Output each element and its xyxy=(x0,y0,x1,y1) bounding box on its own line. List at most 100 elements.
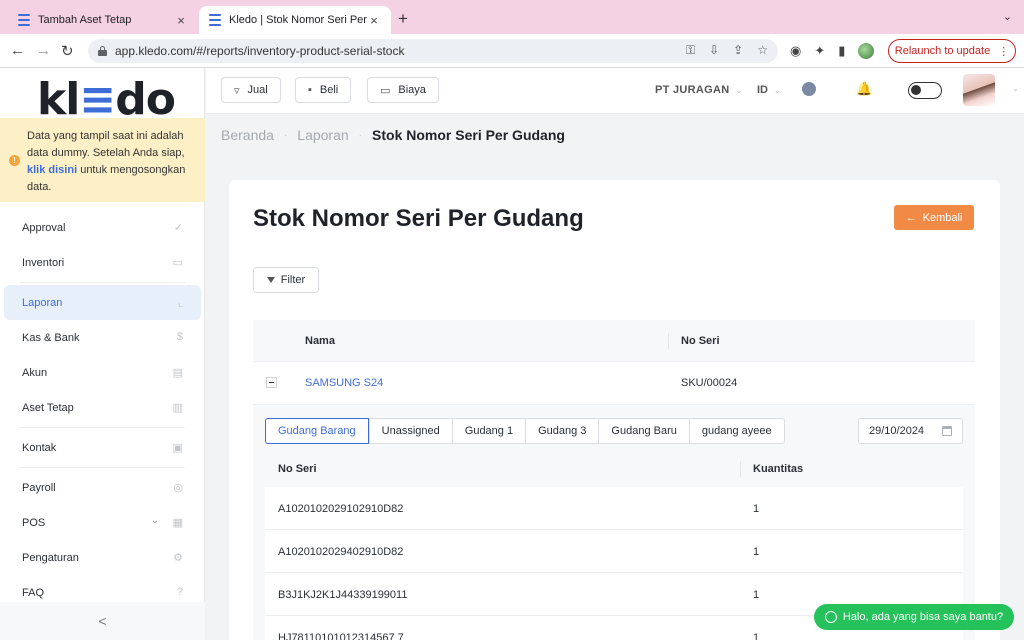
breadcrumb-beranda[interactable]: Beranda xyxy=(221,127,274,143)
tab-gudang-3[interactable]: Gudang 3 xyxy=(525,419,598,443)
sidebar-item-kontak[interactable]: Kontak ▣ xyxy=(0,430,205,465)
clock-icon[interactable] xyxy=(802,82,816,96)
browser-tab-aset-tetap[interactable]: Tambah Aset Tetap × xyxy=(8,6,198,34)
tab-gudang-1[interactable]: Gudang 1 xyxy=(451,419,525,443)
arrow-left-icon: ← xyxy=(905,211,917,224)
column-header-nama[interactable]: Nama xyxy=(305,335,335,347)
sidebar-item-label: Payroll xyxy=(22,481,56,494)
whatsapp-chat-button[interactable]: Halo, ada yang bisa saya bantu? xyxy=(814,604,1014,630)
sku-cell: SKU/00024 xyxy=(681,377,738,389)
breadcrumb-laporan[interactable]: Laporan xyxy=(297,127,348,143)
column-header-no-seri[interactable]: No Seri xyxy=(681,335,720,347)
sidebar-item-label: Laporan xyxy=(22,296,63,309)
dummy-data-notice: ! Data yang tampil saat ini adalah data … xyxy=(0,118,205,202)
sidebar: kl≡do ! Data yang tampil saat ini adalah… xyxy=(0,68,205,640)
kledo-favicon-icon xyxy=(209,14,221,26)
share-icon[interactable]: ⇪ xyxy=(733,43,743,58)
quantity-cell: 1 xyxy=(753,589,760,601)
dollar-icon: $ xyxy=(176,331,183,343)
key-icon[interactable]: ⚿ xyxy=(686,43,695,58)
sidebar-item-approval[interactable]: Approval ✓ xyxy=(0,210,205,245)
jual-button[interactable]: ▿ Jual xyxy=(221,77,281,103)
chevron-down-icon: ⌄ xyxy=(735,86,743,95)
button-label: Kembali xyxy=(922,211,963,224)
product-link[interactable]: SAMSUNG S24 xyxy=(305,377,383,389)
sidebar-item-aset-tetap[interactable]: Aset Tetap ▥ xyxy=(0,390,205,425)
page-title: Stok Nomor Seri Per Gudang xyxy=(253,205,584,232)
breadcrumb-separator: · xyxy=(283,129,288,141)
lock-icon[interactable] xyxy=(98,46,107,56)
tab-unassigned[interactable]: Unassigned xyxy=(368,419,452,443)
sidebar-item-payroll[interactable]: Payroll ◎ xyxy=(0,470,205,505)
report-card: Stok Nomor Seri Per Gudang ← Kembali Fil… xyxy=(229,180,1000,640)
biaya-button[interactable]: ▭ Biaya xyxy=(367,77,439,103)
collapse-row-button[interactable] xyxy=(266,377,277,388)
breadcrumb-separator: · xyxy=(358,129,363,141)
account-icon: ▤ xyxy=(172,367,183,379)
table-row: A1020102029402910D82 1 xyxy=(265,530,963,573)
date-value: 29/10/2024 xyxy=(869,425,925,437)
quantity-cell: 1 xyxy=(753,546,760,558)
quantity-cell: 1 xyxy=(753,503,760,515)
sidebar-item-kas-bank[interactable]: Kas & Bank $ xyxy=(0,320,205,355)
star-icon[interactable]: ☆ xyxy=(757,43,768,58)
company-selector[interactable]: PT JURAGAN ⌄ xyxy=(655,84,743,96)
tab-gudang-ayeee[interactable]: gudang ayeee xyxy=(688,419,784,443)
side-panel-icon[interactable]: ▮ xyxy=(838,43,845,59)
beli-button[interactable]: ▪ Beli xyxy=(295,77,352,103)
card-icon: ▭ xyxy=(380,84,391,97)
forward-arrow-icon[interactable]: → xyxy=(36,42,51,59)
clear-data-link[interactable]: klik disini xyxy=(27,164,77,176)
kembali-button[interactable]: ← Kembali xyxy=(894,205,974,230)
close-tab-icon[interactable]: × xyxy=(174,13,188,28)
inventory-icon: ▭ xyxy=(172,257,183,269)
question-icon: ? xyxy=(176,586,183,598)
tab-gudang-barang[interactable]: Gudang Barang xyxy=(265,418,369,444)
column-header-no-seri[interactable]: No Seri xyxy=(278,463,317,475)
table-row: SAMSUNG S24 SKU/00024 xyxy=(253,362,975,405)
sidebar-item-laporan[interactable]: Laporan ⌞ xyxy=(4,285,201,320)
avatar[interactable] xyxy=(963,74,995,106)
filter-button[interactable]: Filter xyxy=(253,267,319,293)
install-icon[interactable]: ⇩ xyxy=(709,43,719,58)
extensions-icon[interactable]: ✦ xyxy=(814,43,825,59)
new-tab-button[interactable]: + xyxy=(398,9,408,29)
column-header-kuantitas[interactable]: Kuantitas xyxy=(753,463,803,475)
back-arrow-icon[interactable]: ← xyxy=(10,42,25,59)
basket-icon: ▿ xyxy=(234,84,240,97)
date-picker[interactable]: 29/10/2024 xyxy=(858,418,963,444)
chevron-down-icon[interactable]: ⌄ xyxy=(151,515,159,526)
collapse-sidebar-button[interactable]: < xyxy=(0,602,205,640)
relaunch-button[interactable]: Relaunch to update ⋮ xyxy=(888,39,1016,63)
sidebar-item-inventori[interactable]: Inventori ▭ xyxy=(0,245,205,280)
tab-gudang-baru[interactable]: Gudang Baru xyxy=(598,419,688,443)
sidebar-item-label: FAQ xyxy=(22,586,45,599)
chevron-down-icon[interactable]: ⌄ xyxy=(1012,84,1019,93)
profile-globe-icon[interactable] xyxy=(858,43,875,59)
tab-title: Tambah Aset Tetap xyxy=(38,14,132,26)
sidebar-item-pengaturan[interactable]: Pengaturan ⚙ xyxy=(0,540,205,575)
building-icon: ▥ xyxy=(172,402,183,414)
close-tab-icon[interactable]: × xyxy=(367,13,381,28)
payroll-icon: ◎ xyxy=(173,482,183,494)
more-menu-icon[interactable]: ⋮ xyxy=(998,45,1009,58)
button-label: Filter xyxy=(280,274,306,286)
browser-tab-active[interactable]: Kledo | Stok Nomor Seri Per Gudang × xyxy=(199,6,391,34)
breadcrumb: Beranda · Laporan · Stok Nomor Seri Per … xyxy=(221,127,565,143)
url-field[interactable]: app.kledo.com/#/reports/inventory-produc… xyxy=(88,39,778,63)
sidebar-item-label: Inventori xyxy=(22,256,65,269)
sidebar-item-label: Akun xyxy=(22,366,48,379)
tab-search-chevron-icon[interactable]: ⌄ xyxy=(1003,10,1012,23)
column-divider xyxy=(668,333,669,349)
serial-cell: A1020102029402910D82 xyxy=(278,546,404,558)
sidebar-item-pos[interactable]: POS ⌄ ▦ xyxy=(0,505,205,540)
language-selector[interactable]: ID ⌄ xyxy=(757,84,781,96)
theme-toggle[interactable] xyxy=(908,82,942,99)
camera-icon[interactable]: ◉ xyxy=(790,43,801,59)
language-code: ID xyxy=(757,84,768,96)
bell-icon[interactable]: 🔔 xyxy=(856,81,872,97)
serial-table-header: No Seri Kuantitas xyxy=(265,451,963,487)
divider xyxy=(20,427,185,428)
reload-icon[interactable]: ↻ xyxy=(61,42,74,60)
sidebar-item-akun[interactable]: Akun ▤ xyxy=(0,355,205,390)
